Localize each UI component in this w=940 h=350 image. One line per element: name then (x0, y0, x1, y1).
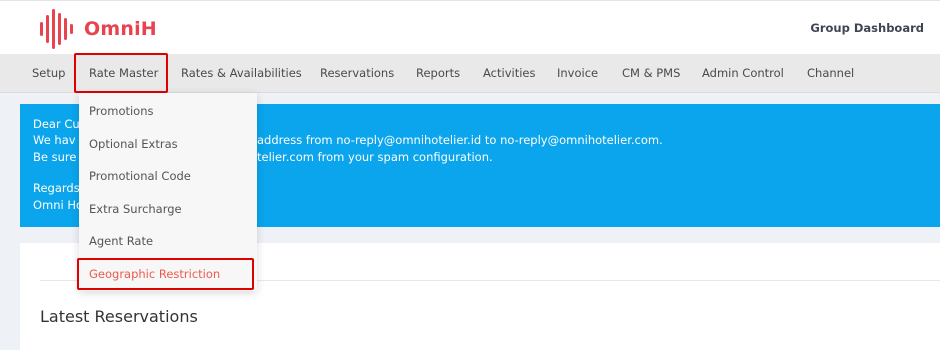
dropdown-item-extra-surcharge[interactable]: Extra Surcharge (89, 202, 182, 216)
nav-item-reservations[interactable]: Reservations (320, 54, 394, 93)
nav-item-activities[interactable]: Activities (483, 54, 535, 93)
logo-bars-icon (40, 9, 73, 49)
group-dashboard-link[interactable]: Group Dashboard (810, 21, 924, 35)
dropdown-item-optional-extras[interactable]: Optional Extras (89, 137, 178, 151)
banner-line-3-start: Be sure (33, 150, 77, 164)
banner-line-2-end: address from no-reply@omnihotelier.id to… (257, 133, 663, 147)
banner-line-3-end: telier.com from your spam configuration. (257, 150, 493, 164)
dropdown-item-promotional-code[interactable]: Promotional Code (89, 169, 191, 183)
banner-line-greeting: Dear Cu (33, 117, 80, 131)
nav-item-invoice[interactable]: Invoice (557, 54, 598, 93)
nav-item-setup[interactable]: Setup (32, 54, 65, 93)
banner-line-signature: Omni Ho (33, 198, 84, 212)
nav-item-channel[interactable]: Channel (807, 54, 854, 93)
dropdown-item-promotions[interactable]: Promotions (89, 104, 154, 118)
banner-line-regards: Regards (33, 181, 80, 195)
rate-master-highlight (74, 53, 168, 93)
nav-item-rates-availabilities[interactable]: Rates & Availabilities (181, 54, 302, 93)
latest-reservations-title: Latest Reservations (40, 307, 198, 326)
dropdown-item-agent-rate[interactable]: Agent Rate (89, 234, 153, 248)
nav-item-admin-control[interactable]: Admin Control (702, 54, 784, 93)
nav-item-cm-pms[interactable]: CM & PMS (622, 54, 680, 93)
logo-text: OmniH (84, 18, 157, 40)
top-header: OmniH Group Dashboard (0, 0, 940, 54)
nav-item-reports[interactable]: Reports (416, 54, 460, 93)
omnih-logo[interactable]: OmniH (40, 9, 157, 49)
banner-line-2-start: We hav (33, 133, 76, 147)
geographic-restriction-highlight (77, 258, 254, 290)
